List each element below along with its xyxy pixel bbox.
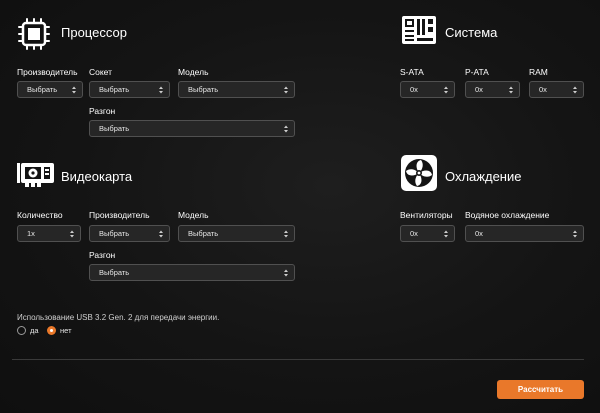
gpu-manufacturer-select[interactable]: Выбрать: [89, 225, 170, 242]
updown-arrows-icon: [69, 226, 75, 241]
updown-arrows-icon: [71, 82, 77, 97]
updown-arrows-icon: [283, 121, 289, 136]
gpu-overclock-value: Выбрать: [99, 268, 130, 277]
updown-arrows-icon: [443, 226, 449, 241]
section-divider: [12, 359, 584, 360]
gpu-model-select[interactable]: Выбрать: [178, 225, 295, 242]
pata-label: P-ATA: [465, 67, 489, 77]
gpu-model-label: Модель: [178, 210, 209, 220]
ram-value: 0x: [539, 85, 547, 94]
updown-arrows-icon: [283, 82, 289, 97]
system-title: Система: [445, 25, 498, 40]
cpu-manufacturer-value: Выбрать: [27, 85, 58, 94]
updown-arrows-icon: [572, 82, 578, 97]
fans-label: Вентиляторы: [400, 210, 453, 220]
updown-arrows-icon: [283, 226, 289, 241]
motherboard-icon: [401, 15, 437, 45]
pata-select[interactable]: 0x: [465, 81, 520, 98]
processor-title: Процессор: [61, 25, 127, 40]
updown-arrows-icon: [158, 82, 164, 97]
gpu-manufacturer-label: Производитель: [89, 210, 150, 220]
updown-arrows-icon: [283, 265, 289, 280]
usb-radio-yes-label[interactable]: да: [30, 326, 39, 335]
cooling-title: Охлаждение: [445, 169, 522, 184]
cpu-model-select[interactable]: Выбрать: [178, 81, 295, 98]
pata-value: 0x: [475, 85, 483, 94]
ram-select[interactable]: 0x: [529, 81, 584, 98]
cpu-socket-value: Выбрать: [99, 85, 130, 94]
fan-icon: [401, 155, 437, 191]
gpu-title: Видеокарта: [61, 169, 133, 184]
usb-radio-no[interactable]: [47, 326, 56, 335]
cpu-overclock-value: Выбрать: [99, 124, 130, 133]
sata-label: S-ATA: [400, 67, 424, 77]
water-cooling-select[interactable]: 0x: [465, 225, 584, 242]
gpu-quantity-label: Количество: [17, 210, 63, 220]
ram-label: RAM: [529, 67, 548, 77]
cpu-model-value: Выбрать: [188, 85, 219, 94]
cpu-icon: [17, 17, 51, 51]
cpu-socket-select[interactable]: Выбрать: [89, 81, 170, 98]
fans-select[interactable]: 0x: [400, 225, 455, 242]
sata-select[interactable]: 0x: [400, 81, 455, 98]
sata-value: 0x: [410, 85, 418, 94]
graphics-card-icon: [17, 160, 55, 190]
gpu-quantity-value: 1x: [27, 229, 35, 238]
gpu-overclock-select[interactable]: Выбрать: [89, 264, 295, 281]
gpu-overclock-label: Разгон: [89, 250, 116, 260]
updown-arrows-icon: [158, 226, 164, 241]
gpu-quantity-select[interactable]: 1x: [17, 225, 81, 242]
usb-radio-yes[interactable]: [17, 326, 26, 335]
cpu-socket-label: Сокет: [89, 67, 113, 77]
gpu-manufacturer-value: Выбрать: [99, 229, 130, 238]
updown-arrows-icon: [508, 82, 514, 97]
usb-radio-no-label[interactable]: нет: [60, 326, 72, 335]
updown-arrows-icon: [443, 82, 449, 97]
calculate-button[interactable]: Рассчитать: [497, 380, 584, 399]
updown-arrows-icon: [572, 226, 578, 241]
usb-power-note: Использование USB 3.2 Gen. 2 для передач…: [17, 313, 220, 322]
gpu-model-value: Выбрать: [188, 229, 219, 238]
cpu-manufacturer-select[interactable]: Выбрать: [17, 81, 83, 98]
cpu-overclock-label: Разгон: [89, 106, 116, 116]
water-cooling-value: 0x: [475, 229, 483, 238]
cpu-overclock-select[interactable]: Выбрать: [89, 120, 295, 137]
cpu-model-label: Модель: [178, 67, 209, 77]
cpu-manufacturer-label: Производитель: [17, 67, 78, 77]
fans-value: 0x: [410, 229, 418, 238]
water-cooling-label: Водяное охлаждение: [465, 210, 550, 220]
